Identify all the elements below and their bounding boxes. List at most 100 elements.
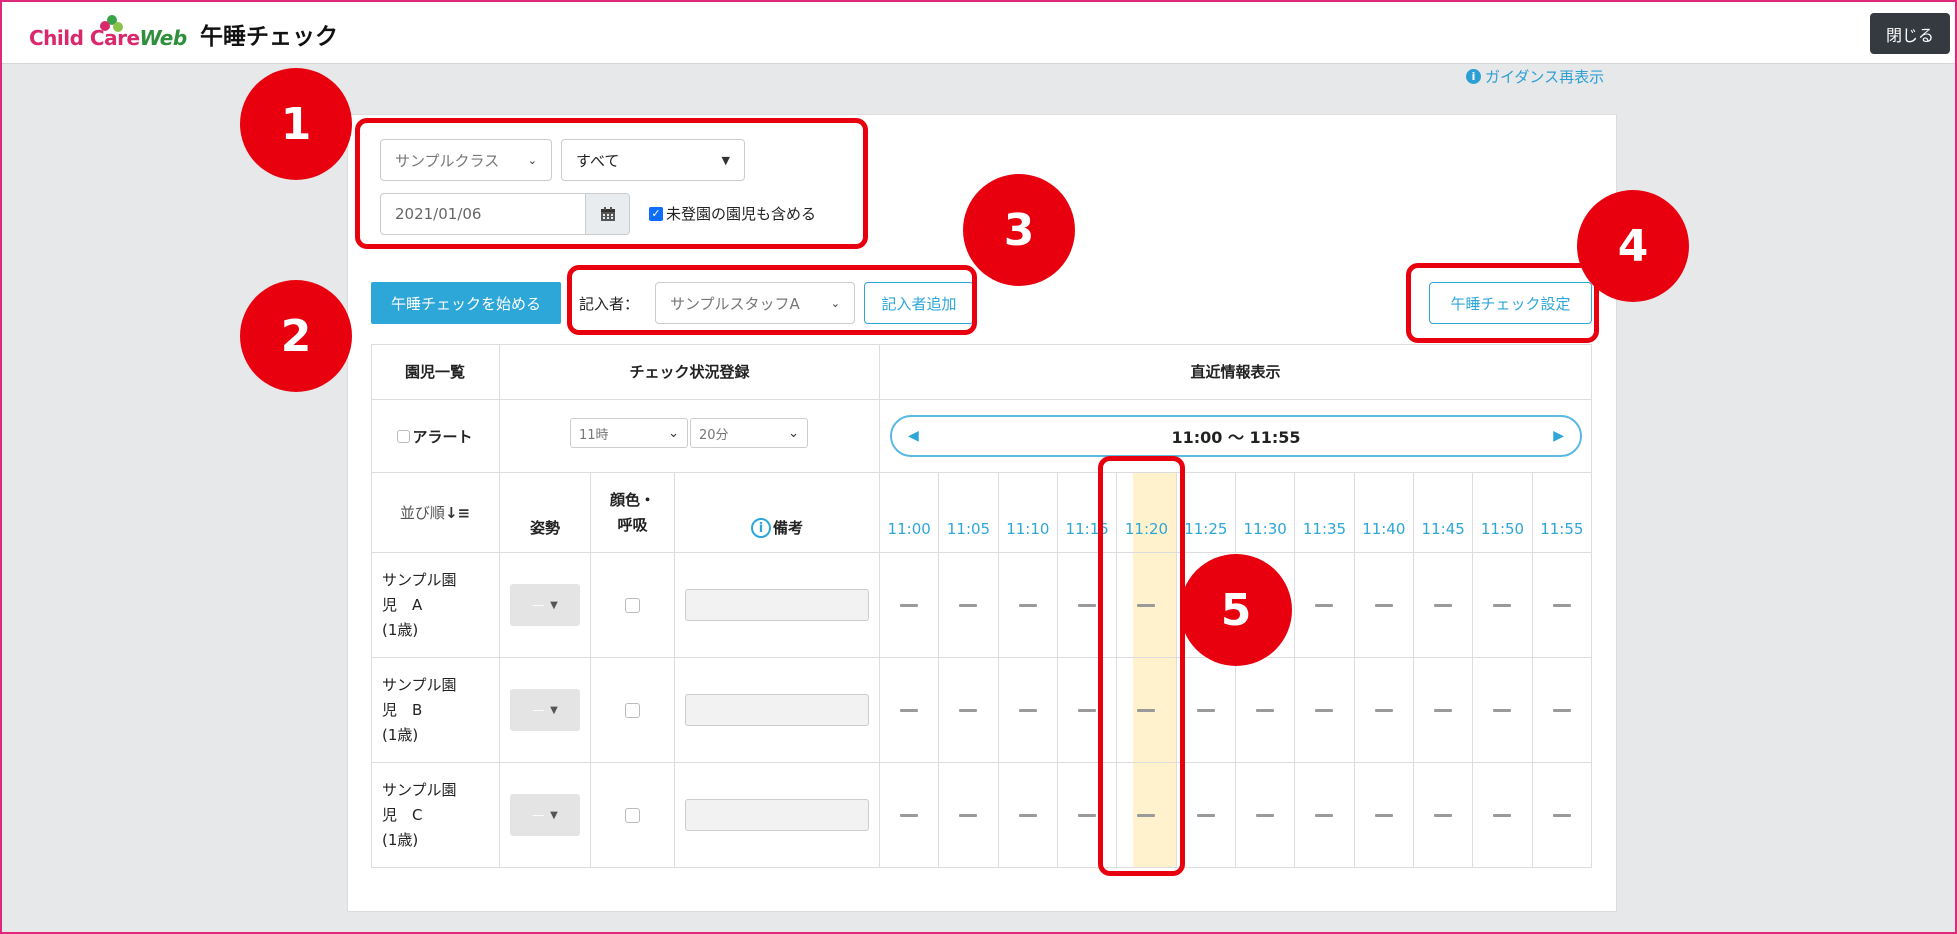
dash-icon — [1315, 708, 1334, 712]
color-breath-checkbox[interactable] — [625, 807, 640, 823]
dash-icon — [1196, 708, 1215, 712]
time-status-cell — [1295, 763, 1355, 868]
dash-icon — [1552, 708, 1571, 712]
color-breath-cell — [591, 553, 675, 658]
time-status-cell — [1473, 658, 1533, 763]
dash-icon — [1552, 813, 1571, 817]
color-breath-cell — [591, 763, 675, 868]
minute-select[interactable]: 20分 ⌄ — [690, 418, 808, 448]
chevron-down-icon: ⌄ — [788, 425, 799, 441]
guidance-label: ガイダンス再表示 — [1485, 68, 1605, 86]
dash-icon — [1018, 813, 1037, 817]
annotation-badge-5: 5 — [1180, 554, 1292, 666]
child-name[interactable]: サンプル園児 A (1歳) — [371, 568, 457, 643]
child-name-line: (1歳) — [382, 725, 419, 744]
time-status-cell — [1414, 763, 1474, 868]
header-recent-info: 直近情報表示 — [880, 344, 1592, 400]
posture-cell: — ▼ — [500, 763, 591, 868]
child-name-line: (1歳) — [382, 830, 419, 849]
alert-checkbox[interactable]: アラート — [397, 426, 473, 447]
color-breath-checkbox[interactable] — [625, 702, 640, 718]
sort-label: 並び順 — [399, 504, 445, 522]
dash-icon — [1434, 708, 1453, 712]
dash-icon — [1018, 708, 1037, 712]
time-status-cell — [880, 553, 940, 658]
alert-label: アラート — [412, 427, 473, 446]
child-name-line: 児 B — [382, 700, 423, 719]
close-button[interactable]: 閉じる — [1870, 13, 1950, 54]
posture-select[interactable]: — ▼ — [510, 689, 580, 731]
note-input[interactable] — [685, 589, 869, 621]
time-status-cell — [1295, 553, 1355, 658]
header-status-register-label: チェック状況登録 — [629, 363, 750, 381]
alert-checkbox-box[interactable] — [397, 429, 411, 443]
posture-select[interactable]: — ▼ — [510, 794, 580, 836]
time-status-cell — [1473, 763, 1533, 868]
child-name-line: サンプル園 — [382, 780, 457, 799]
dash-icon: — — [532, 808, 545, 822]
posture-cell: — ▼ — [500, 553, 591, 658]
time-status-cell — [1176, 763, 1236, 868]
annotation-box-3 — [567, 265, 977, 335]
prev-arrow-icon[interactable]: ◀ — [908, 428, 919, 444]
child-name-cell: サンプル園児 C (1歳) — [371, 763, 500, 868]
annotation-box-5 — [1098, 456, 1185, 876]
time-status-cell — [1354, 763, 1414, 868]
note-cell — [675, 763, 880, 868]
annotation-badge-4: 4 — [1577, 190, 1689, 302]
logo-web-text: Web — [139, 26, 188, 50]
time-status-cell — [1532, 763, 1592, 868]
time-header: 11:10 — [998, 473, 1058, 553]
note-cell — [675, 553, 880, 658]
annotation-box-4 — [1406, 263, 1599, 343]
dash-icon — [1256, 813, 1275, 817]
dash-icon — [1434, 813, 1453, 817]
annotation-badge-2: 2 — [240, 280, 352, 392]
dash-icon — [1196, 813, 1215, 817]
time-header: 11:40 — [1354, 473, 1414, 553]
annotation-badge-1: 1 — [240, 68, 352, 180]
child-name[interactable]: サンプル園児 B (1歳) — [371, 673, 457, 748]
note-input[interactable] — [685, 799, 869, 831]
time-label: 11:40 — [1362, 520, 1406, 538]
header-children-list: 園児一覧 — [371, 344, 500, 400]
dash-icon — [959, 813, 978, 817]
dash-icon: — — [532, 598, 545, 612]
dash-icon — [900, 813, 919, 817]
page-title: 午睡チェック — [200, 24, 338, 50]
note-input[interactable] — [685, 694, 869, 726]
sort-icon[interactable]: ↓≡ — [445, 504, 470, 522]
guidance-link[interactable]: i ガイダンス再表示 — [1466, 66, 1604, 87]
color-breath-header: 顔色・ 呼吸 — [591, 473, 675, 553]
next-arrow-icon[interactable]: ▶ — [1553, 428, 1564, 444]
color-breath-checkbox[interactable] — [625, 597, 640, 613]
hour-select-value: 11時 — [579, 427, 609, 443]
child-name-line: 児 C — [382, 805, 423, 824]
start-nap-check-button[interactable]: 午睡チェックを始める — [371, 282, 561, 324]
dash-icon — [959, 708, 978, 712]
time-header: 11:05 — [939, 473, 999, 553]
dash-icon — [1018, 603, 1037, 607]
time-status-cell — [1354, 658, 1414, 763]
posture-label: 姿勢 — [529, 519, 560, 537]
child-name-line: サンプル園 — [382, 570, 457, 589]
posture-select[interactable]: — ▼ — [510, 584, 580, 626]
header-children-list-label: 園児一覧 — [404, 363, 465, 381]
dash-icon — [1256, 708, 1275, 712]
time-header: 11:55 — [1532, 473, 1592, 553]
time-header: 11:35 — [1295, 473, 1355, 553]
time-status-cell — [939, 553, 999, 658]
hour-select[interactable]: 11時 ⌄ — [570, 418, 688, 448]
range-label: 11:00 〜 11:55 — [1171, 428, 1301, 447]
dash-icon — [1078, 813, 1097, 817]
time-status-cell — [880, 763, 940, 868]
dash-icon — [1374, 708, 1393, 712]
dash-icon — [1315, 813, 1334, 817]
info-circle-icon[interactable]: i — [750, 518, 771, 538]
time-label: 11:35 — [1302, 520, 1347, 538]
child-name-line: (1歳) — [382, 620, 419, 639]
child-name[interactable]: サンプル園児 C (1歳) — [371, 778, 457, 853]
dash-icon — [900, 708, 919, 712]
time-range-navigator: ◀ 11:00 〜 11:55 ▶ — [890, 415, 1582, 457]
child-name-line: 児 A — [382, 595, 423, 614]
